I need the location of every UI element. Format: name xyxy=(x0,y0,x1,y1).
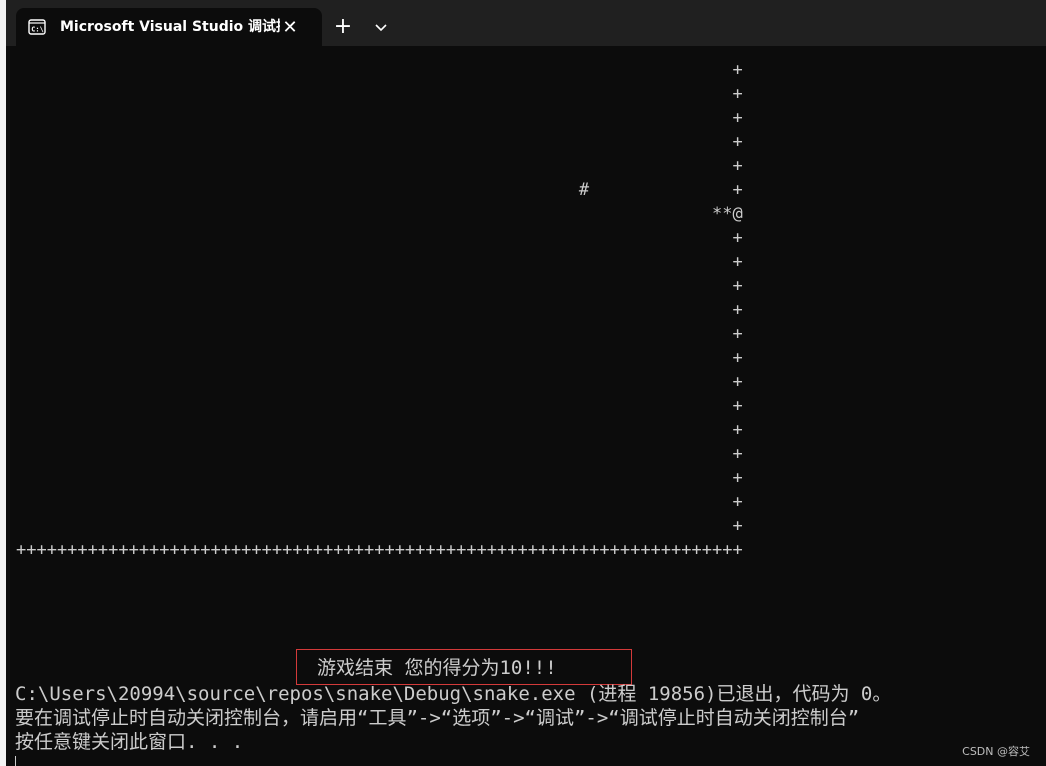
process-exit-line: C:\Users\20994\source\repos\snake\Debug\… xyxy=(15,683,892,705)
title-bar: C:\ Microsoft Visual Studio 调试控制台 ✕ + xyxy=(6,0,1046,46)
game-board-line: + xyxy=(16,252,743,272)
game-over-highlight: 游戏结束 您的得分为10!!! xyxy=(296,649,632,685)
console-icon: C:\ xyxy=(28,19,46,35)
chevron-down-icon[interactable] xyxy=(368,14,394,40)
game-board-line: + xyxy=(16,420,743,440)
game-board-line: + xyxy=(16,372,743,392)
game-board-line: + xyxy=(16,156,743,176)
game-over-message: 游戏结束 您的得分为10!!! xyxy=(317,657,557,679)
game-board-line: + xyxy=(16,324,743,344)
tab-title: Microsoft Visual Studio 调试控制台 xyxy=(60,19,280,35)
game-board-line: + xyxy=(16,132,743,152)
game-board-line: + xyxy=(16,396,743,416)
new-tab-button[interactable]: + xyxy=(330,14,356,40)
game-board-line: + xyxy=(16,444,743,464)
game-board-line: + xyxy=(16,108,743,128)
press-any-key-line: 按任意键关闭此窗口. . . xyxy=(15,731,244,753)
game-board-line: + xyxy=(16,468,743,488)
game-board-bottom-wall: ++++++++++++++++++++++++++++++++++++++++… xyxy=(16,540,743,560)
game-board-line: + xyxy=(16,60,743,80)
tab-console[interactable]: C:\ Microsoft Visual Studio 调试控制台 ✕ xyxy=(16,8,322,46)
game-board-line: + xyxy=(16,84,743,104)
game-board-line: + xyxy=(16,228,743,248)
game-board-line: + xyxy=(16,492,743,512)
text-cursor xyxy=(15,756,16,766)
watermark: CSDN @容艾 xyxy=(962,745,1030,758)
game-board-line: + xyxy=(16,300,743,320)
game-board-line: + xyxy=(16,276,743,296)
close-icon[interactable]: ✕ xyxy=(278,16,302,40)
game-board-line: + xyxy=(16,516,743,536)
game-board-line: + xyxy=(16,348,743,368)
svg-text:C:\: C:\ xyxy=(31,25,44,33)
auto-close-hint-line: 要在调试停止时自动关闭控制台，请启用“工具”->“选项”->“调试”->“调试停… xyxy=(15,707,860,729)
game-board-line-snake: **@ xyxy=(16,204,743,224)
console-output[interactable]: + + + + + # + **@ + + + + + + + + + + + … xyxy=(6,46,1046,766)
game-board-line-food: # + xyxy=(16,180,743,200)
